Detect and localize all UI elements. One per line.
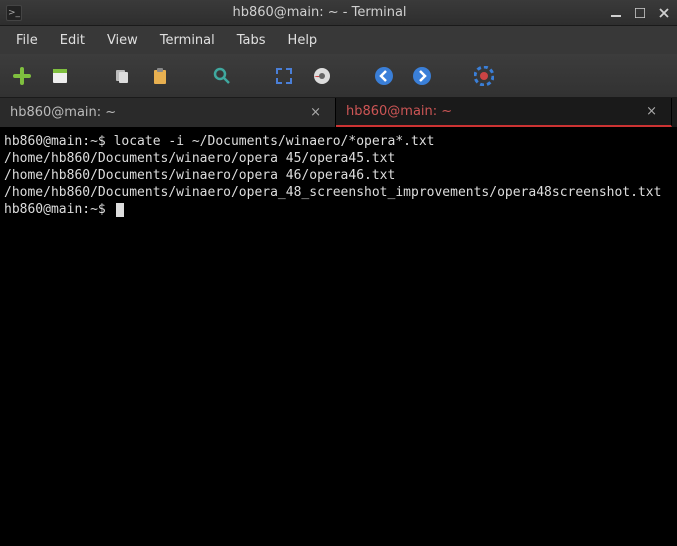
back-icon[interactable]	[372, 64, 396, 88]
menu-tabs[interactable]: Tabs	[227, 29, 276, 52]
close-icon[interactable]: ×	[642, 104, 661, 119]
output-line: /home/hb860/Documents/winaero/opera_48_s…	[4, 185, 661, 200]
command-text: locate -i ~/Documents/winaero/*opera*.tx…	[114, 134, 435, 149]
minimize-button[interactable]	[609, 6, 623, 20]
titlebar: >_ hb860@main: ~ - Terminal	[0, 0, 677, 26]
output-line: /home/hb860/Documents/winaero/opera 45/o…	[4, 151, 395, 166]
new-tab-icon[interactable]	[10, 64, 34, 88]
prompt: hb860@main:~$	[4, 202, 106, 217]
preferences-icon[interactable]	[310, 64, 334, 88]
close-icon[interactable]: ×	[306, 105, 325, 120]
menu-terminal[interactable]: Terminal	[150, 29, 225, 52]
forward-icon[interactable]	[410, 64, 434, 88]
copy-icon[interactable]	[110, 64, 134, 88]
new-window-icon[interactable]	[48, 64, 72, 88]
menu-edit[interactable]: Edit	[50, 29, 95, 52]
help-icon[interactable]	[472, 64, 496, 88]
close-button[interactable]	[657, 6, 671, 20]
tab-bar: hb860@main: ~ × hb860@main: ~ ×	[0, 98, 677, 128]
tab-2[interactable]: hb860@main: ~ ×	[336, 98, 672, 127]
tab-1[interactable]: hb860@main: ~ ×	[0, 98, 336, 127]
menu-file[interactable]: File	[6, 29, 48, 52]
menu-view[interactable]: View	[97, 29, 148, 52]
output-line: /home/hb860/Documents/winaero/opera 46/o…	[4, 168, 395, 183]
tab-label: hb860@main: ~	[346, 104, 642, 119]
window-title: hb860@main: ~ - Terminal	[30, 5, 609, 20]
menu-help[interactable]: Help	[278, 29, 328, 52]
fullscreen-icon[interactable]	[272, 64, 296, 88]
cursor	[116, 203, 124, 217]
toolbar	[0, 54, 677, 98]
paste-icon[interactable]	[148, 64, 172, 88]
terminal-area[interactable]: hb860@main:~$ locate -i ~/Documents/wina…	[0, 128, 677, 546]
prompt: hb860@main:~$	[4, 134, 106, 149]
app-icon: >_	[6, 5, 22, 21]
search-icon[interactable]	[210, 64, 234, 88]
window-controls	[609, 6, 671, 20]
menubar: File Edit View Terminal Tabs Help	[0, 26, 677, 54]
maximize-button[interactable]	[633, 6, 647, 20]
tab-label: hb860@main: ~	[10, 105, 306, 120]
